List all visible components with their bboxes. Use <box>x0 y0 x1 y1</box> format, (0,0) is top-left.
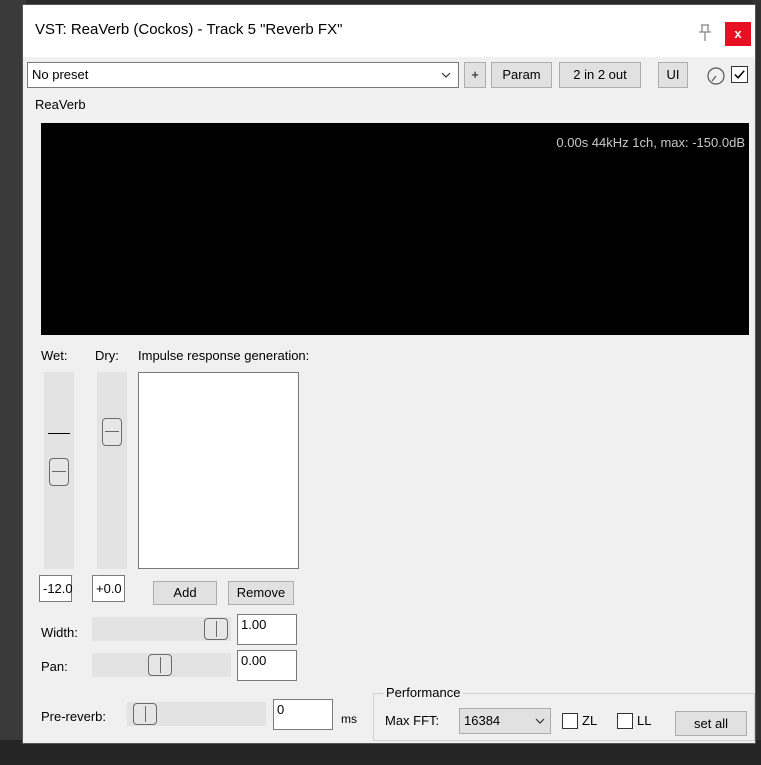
chevron-down-icon <box>441 72 451 78</box>
zl-checkbox[interactable] <box>562 713 578 729</box>
fx-window: VST: ReaVerb (Cockos) - Track 5 "Reverb … <box>22 4 756 744</box>
pre-reverb-slider-thumb[interactable] <box>133 703 157 725</box>
ir-add-button[interactable]: Add <box>153 581 217 605</box>
width-slider-thumb[interactable] <box>204 618 228 640</box>
ui-button[interactable]: UI <box>658 62 688 88</box>
pan-slider-thumb[interactable] <box>148 654 172 676</box>
width-value-field[interactable]: 1.00 <box>237 614 297 645</box>
dry-fader-thumb[interactable] <box>102 418 122 446</box>
checkmark-icon <box>734 70 745 79</box>
bypass-checkbox[interactable] <box>731 66 748 83</box>
preset-dropdown[interactable]: No preset <box>27 62 459 88</box>
pan-slider[interactable] <box>92 653 231 677</box>
fx-toolbar: No preset + Param 2 in 2 out UI <box>23 57 755 91</box>
max-fft-label: Max FFT: <box>385 713 440 728</box>
param-button[interactable]: Param <box>491 62 552 88</box>
pre-reverb-value-field[interactable]: 0 <box>273 699 333 730</box>
preset-value: No preset <box>32 67 89 82</box>
plugin-group-label: ReaVerb <box>35 97 89 112</box>
dry-fader[interactable] <box>97 372 127 569</box>
ir-generation-list[interactable] <box>138 372 299 569</box>
pin-icon[interactable] <box>695 23 715 43</box>
wet-knob-icon[interactable] <box>706 66 726 86</box>
wet-label: Wet: <box>41 348 68 363</box>
pan-label: Pan: <box>41 659 68 674</box>
zl-label: ZL <box>582 713 598 728</box>
wet-fader-thumb[interactable] <box>49 458 69 486</box>
display-info: 0.00s 44kHz 1ch, max: -150.0dB <box>556 135 745 150</box>
dry-label: Dry: <box>95 348 119 363</box>
wet-value-field[interactable]: -12.0 <box>39 575 73 602</box>
io-routing-button[interactable]: 2 in 2 out <box>559 62 641 88</box>
pre-reverb-label: Pre-reverb: <box>41 709 107 724</box>
close-button[interactable]: x <box>725 22 751 46</box>
set-all-button[interactable]: set all <box>675 711 747 736</box>
max-fft-value: 16384 <box>464 713 501 728</box>
wet-fader[interactable] <box>44 372 74 569</box>
ir-remove-button[interactable]: Remove <box>228 581 294 605</box>
performance-group-label: Performance <box>383 685 464 700</box>
width-label: Width: <box>41 625 78 640</box>
dry-value-field[interactable]: +0.0 <box>92 575 125 602</box>
pan-value-field[interactable]: 0.00 <box>237 650 297 681</box>
wet-zero-mark <box>48 433 70 434</box>
impulse-display: 0.00s 44kHz 1ch, max: -150.0dB <box>41 123 749 335</box>
window-title: VST: ReaVerb (Cockos) - Track 5 "Reverb … <box>35 21 343 38</box>
max-fft-dropdown[interactable]: 16384 <box>459 708 551 734</box>
width-slider[interactable] <box>92 617 231 641</box>
chevron-down-icon <box>535 718 545 724</box>
ir-generation-label: Impulse response generation: <box>138 348 310 363</box>
add-preset-button[interactable]: + <box>464 62 486 88</box>
ll-checkbox[interactable] <box>617 713 633 729</box>
title-bar[interactable]: VST: ReaVerb (Cockos) - Track 5 "Reverb … <box>23 5 755 57</box>
pre-reverb-slider[interactable] <box>127 702 266 726</box>
pre-reverb-unit: ms <box>341 712 357 726</box>
ll-label: LL <box>637 713 652 728</box>
